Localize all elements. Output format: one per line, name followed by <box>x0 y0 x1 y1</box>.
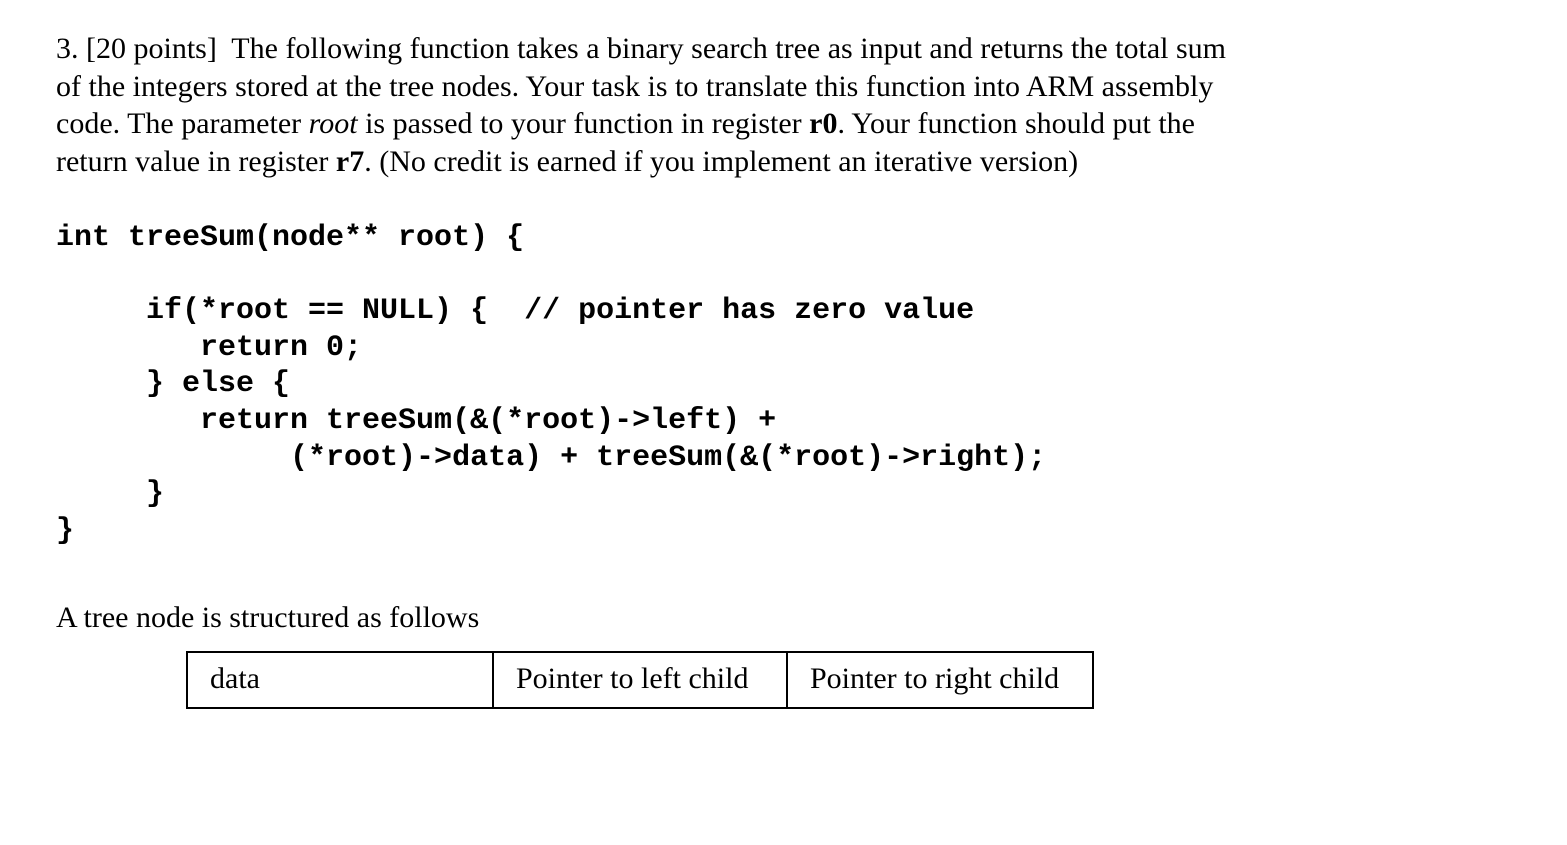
code-line-4: return 0; <box>56 331 362 365</box>
problem-text-4b: . (No credit is earned if you implement … <box>364 145 1078 178</box>
problem-text-3b: is passed to your function in register <box>358 107 810 140</box>
code-line-6: return treeSum(&(*root)->left) + <box>56 404 776 438</box>
node-field-data: data <box>187 652 493 708</box>
code-line-5: } else { <box>56 367 290 401</box>
problem-text-4a: return value in register <box>56 145 336 178</box>
table-row: data Pointer to left child Pointer to ri… <box>187 652 1093 708</box>
problem-text-2a: of the integers stored at the tree nodes… <box>56 70 1213 103</box>
code-line-9: } <box>56 514 74 548</box>
problem-number: 3. <box>56 32 79 65</box>
code-line-7: (*root)->data) + treeSum(&(*root)->right… <box>56 441 1046 475</box>
node-field-right: Pointer to right child <box>787 652 1093 708</box>
node-field-left: Pointer to left child <box>493 652 787 708</box>
problem-statement: 3. [20 points] The following function ta… <box>56 30 1511 180</box>
code-line-3: if(*root == NULL) { // pointer has zero … <box>56 294 974 328</box>
node-layout-table: data Pointer to left child Pointer to ri… <box>186 651 1094 709</box>
problem-text-3c: . Your function should put the <box>837 107 1195 140</box>
problem-points: [20 points] <box>86 32 217 65</box>
code-line-1: int treeSum(node** root) { <box>56 221 524 255</box>
code-block: int treeSum(node** root) { if(*root == N… <box>56 220 1511 549</box>
code-line-8: } <box>56 477 164 511</box>
param-root: root <box>309 107 358 140</box>
register-r7: r7 <box>336 145 364 178</box>
struct-note: A tree node is structured as follows <box>56 599 1511 637</box>
problem-text-3a: code. The parameter <box>56 107 309 140</box>
document-page: 3. [20 points] The following function ta… <box>0 0 1567 709</box>
register-r0: r0 <box>809 107 837 140</box>
problem-text-1: The following function takes a binary se… <box>231 32 1226 65</box>
